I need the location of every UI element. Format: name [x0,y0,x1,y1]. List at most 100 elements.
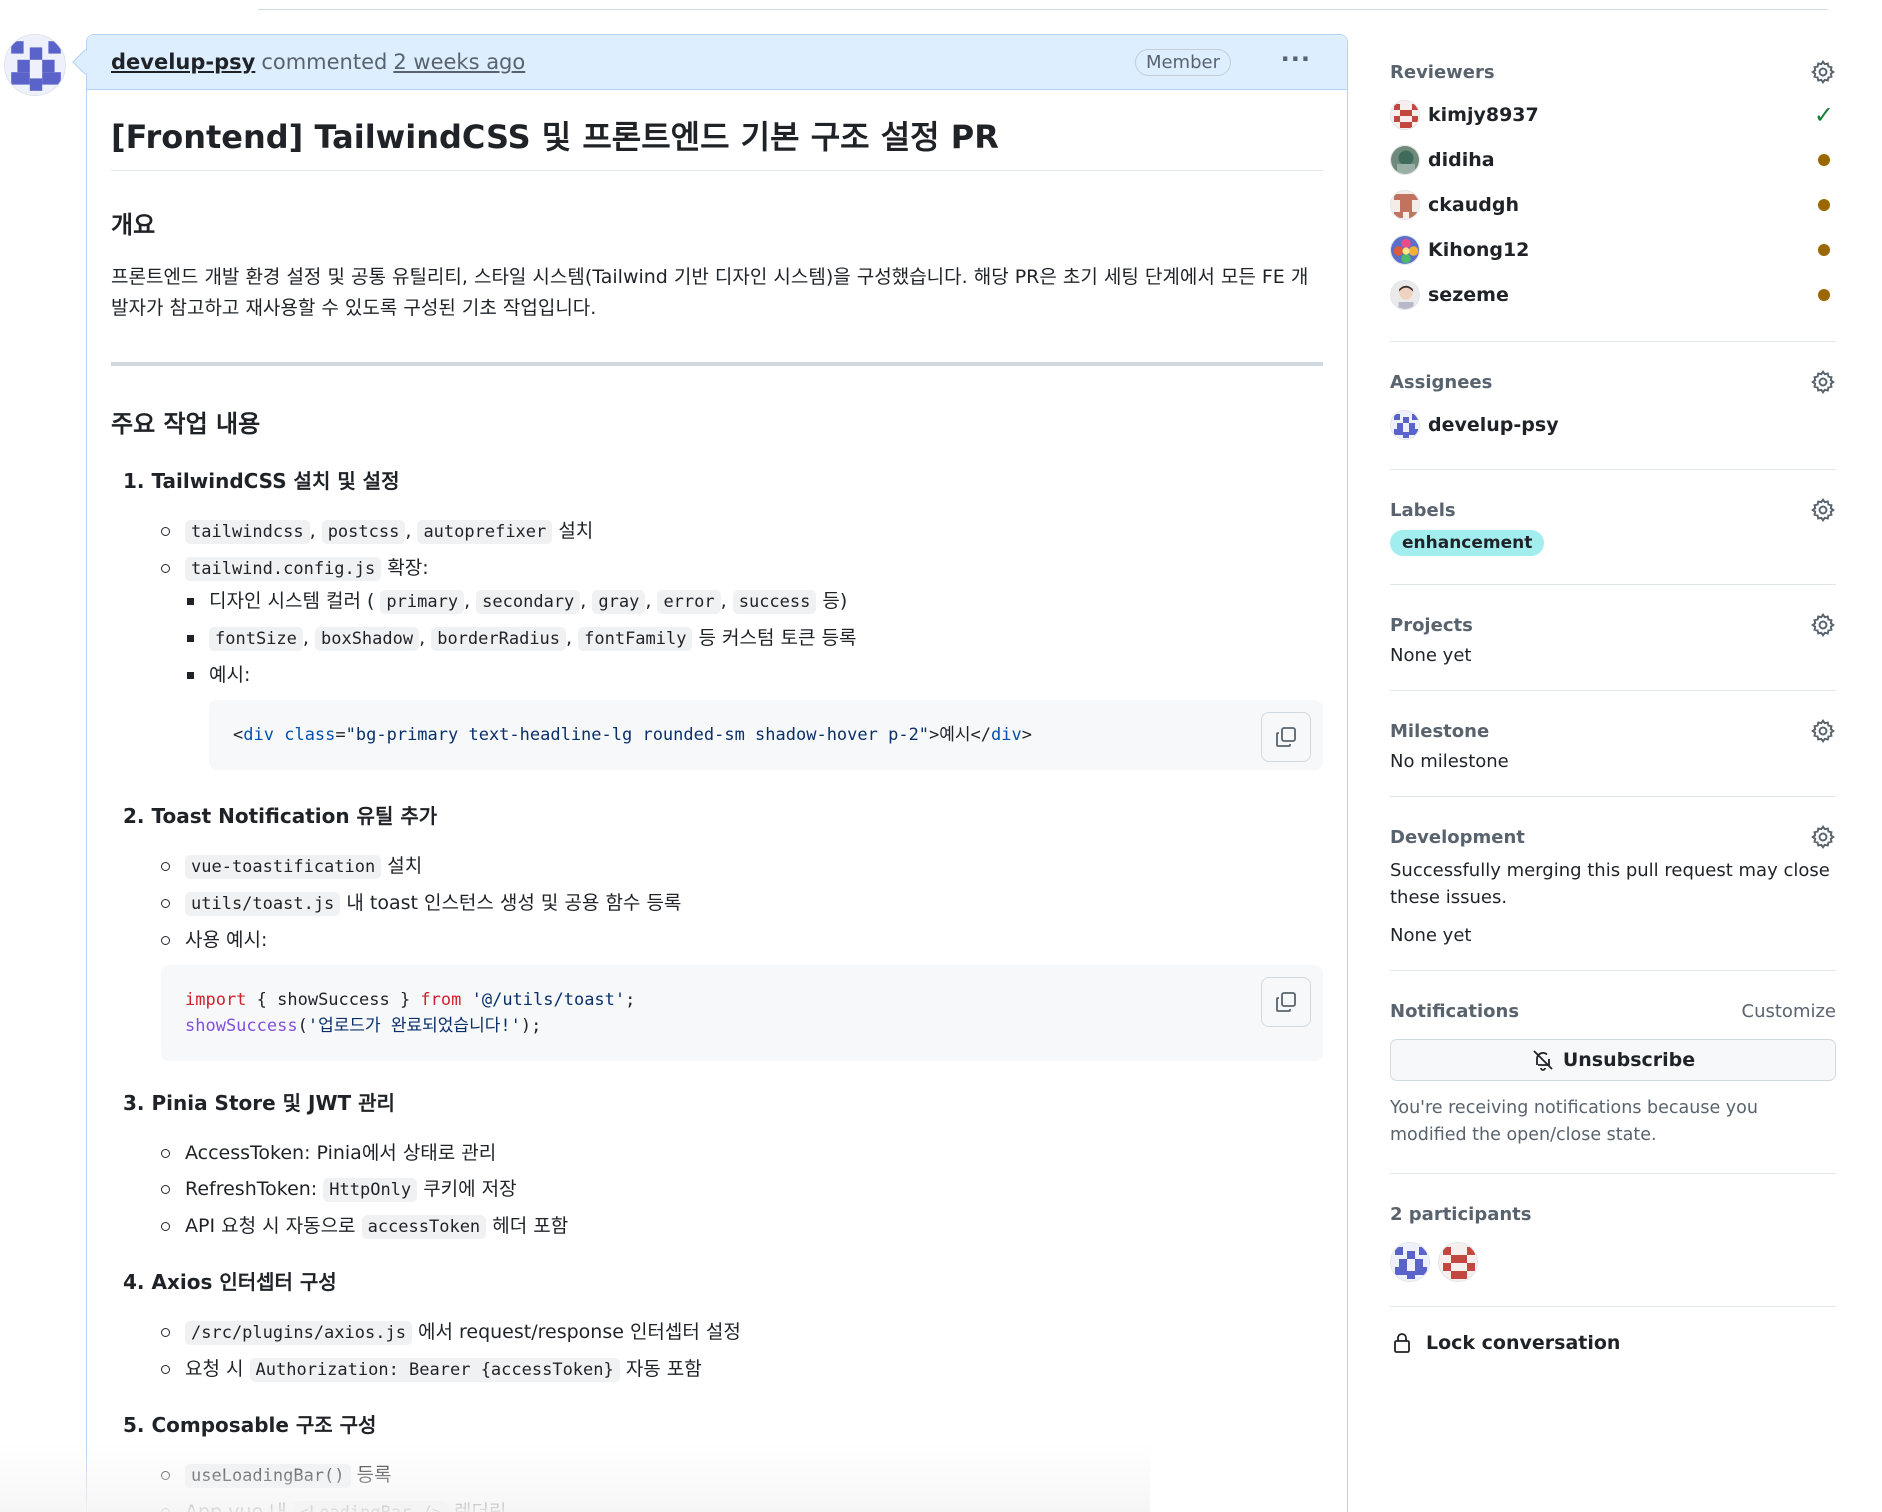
reviewer-row[interactable]: Kihong12 [1390,227,1836,272]
list-text: 렌더링 [454,1501,507,1512]
avatar-flower [1391,235,1419,264]
list-text: App.vue 내 [185,1501,293,1512]
reviewer-row[interactable]: didiha [1390,137,1836,182]
pending-dot-icon [1818,288,1830,301]
inline-code: tailwind.config.js [185,557,382,581]
avatar [1390,99,1420,130]
inline-code: <LoadingBar /> [292,1501,448,1512]
development-header: Development [1390,817,1836,857]
inline-code: tailwindcss [185,520,310,544]
code-token: >예시</ [929,725,992,745]
identicon-blue [1391,1243,1429,1281]
gear-icon[interactable] [1810,824,1836,850]
customize-link[interactable]: Customize [1742,1001,1836,1022]
list-item: 사용 예시: [161,925,1323,955]
copy-button[interactable] [1261,977,1311,1027]
code-token: div [243,725,274,745]
code-block-html: <div class="bg-primary text-headline-lg … [209,700,1323,770]
label-enhancement[interactable]: enhancement [1390,530,1545,556]
code-token: import [185,990,247,1010]
inline-code: useLoadingBar() [185,1464,351,1488]
reviewer-name: Kihong12 [1428,238,1530,261]
copy-icon [1276,727,1296,747]
avatar [1390,234,1420,265]
work-sections: 1. TailwindCSS 설치 및 설정 tailwindcss, post… [111,465,1323,1512]
unsubscribe-label: Unsubscribe [1562,1049,1696,1071]
inline-code: secondary [476,590,581,614]
gear-icon[interactable] [1810,612,1836,638]
labels-section: Labels enhancement [1390,470,1836,585]
tab-bar-divider [258,0,1828,10]
more-options-icon[interactable]: ··· [1281,45,1311,73]
development-section: Development Successfully merging this pu… [1390,797,1836,971]
list-text: 사용 예시: [185,929,268,951]
author-avatar[interactable] [4,34,66,96]
identicon-blue [5,35,65,95]
gear-icon[interactable] [1810,718,1836,744]
gear-icon[interactable] [1810,59,1836,85]
reviewer-row[interactable]: sezeme [1390,272,1836,317]
section-1: 1. TailwindCSS 설치 및 설정 tailwindcss, post… [111,465,1323,770]
participant-avatar[interactable] [1438,1242,1478,1282]
timestamp-link[interactable]: 2 weeks ago [393,50,525,74]
code-token: div [991,725,1022,745]
gear-icon[interactable] [1810,369,1836,395]
member-badge: Member [1134,49,1231,76]
identicon-red [1391,100,1419,129]
inline-code: error [657,590,721,614]
section-2: 2. Toast Notification 유틸 추가 vue-toastifi… [111,800,1323,1061]
list-item: App.vue 내 <LoadingBar /> 렌더링 [161,1497,1323,1512]
reviewers-section: Reviewers kimjy8937 ✓ didiha ckaudgh Kih… [1390,34,1836,342]
list-item: useLoadingBar() 등록 [161,1460,1323,1491]
code-token: "bg-primary text-headline-lg rounded-sm … [345,725,930,745]
notifications-reason: You're receiving notifications because y… [1390,1098,1758,1145]
lock-label: Lock conversation [1426,1332,1621,1354]
main-heading: 주요 작업 내용 [111,410,261,438]
inline-code: accessToken [361,1215,487,1239]
section-4-list: /src/plugins/axios.js 에서 request/respons… [161,1317,1323,1385]
pending-dot-icon [1818,198,1830,211]
gear-icon[interactable] [1810,497,1836,523]
assignees-heading: Assignees [1390,371,1493,393]
list-text: RefreshToken: [185,1178,324,1200]
identicon-brown [1391,190,1419,219]
list-text: 요청 시 [185,1358,250,1380]
reviewer-row[interactable]: kimjy8937 ✓ [1390,92,1836,137]
comment-action: commented [261,50,388,74]
author-link[interactable]: develup-psy [111,50,255,74]
list-item: 요청 시 Authorization: Bearer {accessToken}… [161,1354,1323,1385]
code-token: from [420,990,462,1010]
lock-icon [1394,1333,1410,1353]
lock-conversation-button[interactable]: Lock conversation [1390,1323,1836,1363]
reviewer-name: ckaudgh [1428,193,1519,216]
copy-button[interactable] [1261,712,1311,762]
section-2-list: vue-toastification 설치 utils/toast.js 내 t… [161,851,1323,955]
list-text: 헤더 포함 [492,1215,569,1237]
section-1-title: 1. TailwindCSS 설치 및 설정 [123,469,400,493]
section-4-title: 4. Axios 인터셉터 구성 [123,1270,337,1294]
list-text: 내 toast 인스턴스 생성 및 공용 함수 등록 [346,892,682,914]
code-token: > [1021,725,1033,745]
projects-header: Projects [1390,605,1836,645]
section-3: 3. Pinia Store 및 JWT 관리 AccessToken: Pin… [111,1087,1323,1242]
reviewer-row[interactable]: ckaudgh [1390,182,1836,227]
participants-header: 2 participants [1390,1194,1836,1234]
reviewer-name: kimjy8937 [1428,103,1539,126]
notifications-section: Notifications Customize Unsubscribe You'… [1390,971,1836,1174]
assignee-row[interactable]: develup-psy [1390,402,1836,447]
milestone-header: Milestone [1390,711,1836,751]
list-item: utils/toast.js 내 toast 인스턴스 생성 및 공용 함수 등… [161,888,1323,919]
assignee-name: develup-psy [1428,413,1559,436]
comment-header: develup-psy commented 2 weeks ago Member… [72,35,1347,90]
avatar [1390,144,1420,175]
participant-avatar[interactable] [1390,1242,1430,1282]
tab-bar-left [0,0,258,10]
sub-list: 디자인 시스템 컬러 ( primary, secondary, gray, e… [185,586,1323,690]
unsubscribe-button[interactable]: Unsubscribe [1390,1039,1836,1081]
bell-slash-icon [1533,1050,1553,1071]
list-text: 쿠키에 저장 [423,1178,517,1200]
reviewers-header: Reviewers [1390,52,1836,92]
avatar [1390,279,1420,310]
code-block-js: import { showSuccess } from '@/utils/toa… [161,965,1323,1061]
notifications-heading: Notifications [1390,1000,1520,1022]
